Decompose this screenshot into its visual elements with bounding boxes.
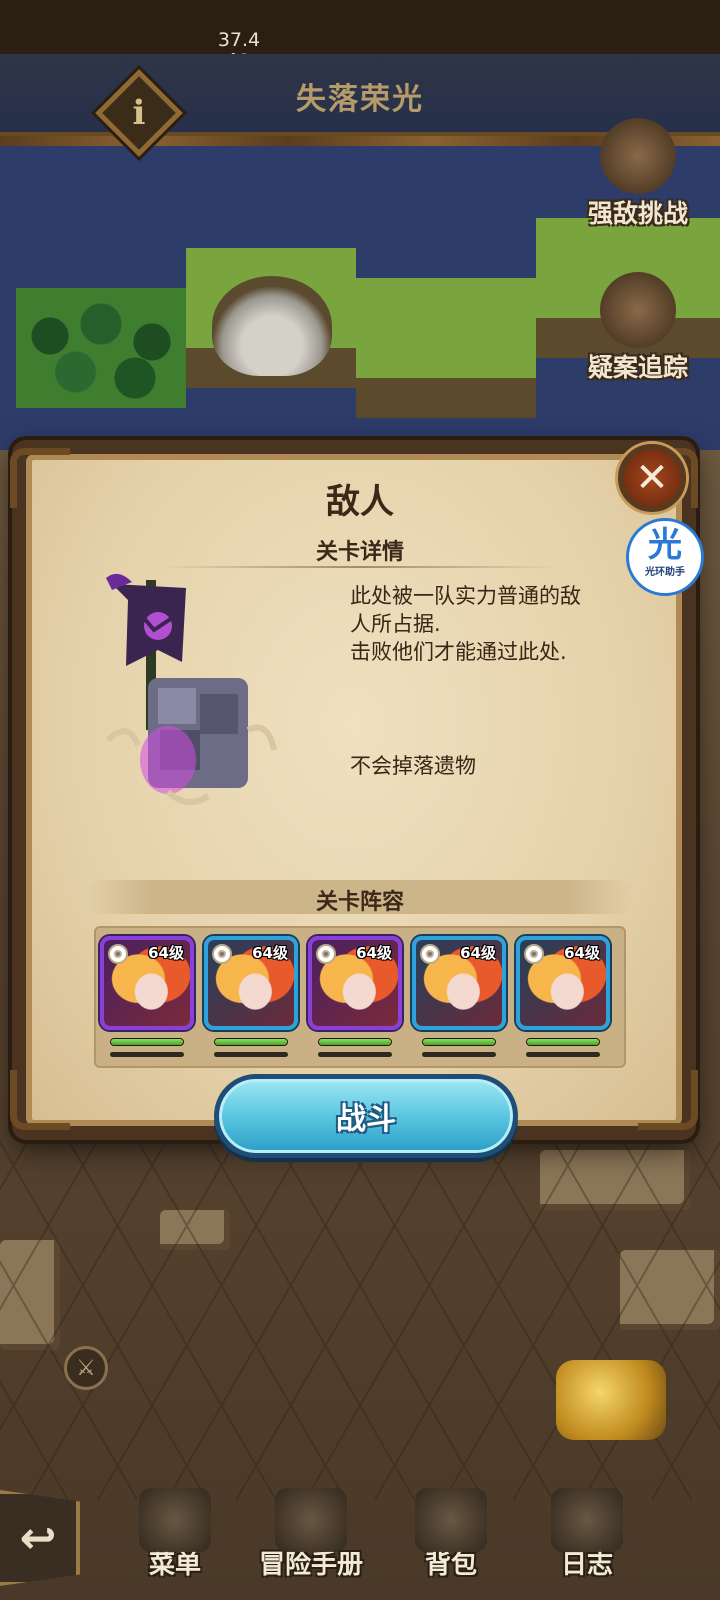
warrior-icon bbox=[600, 118, 676, 194]
temperature-value: 37.4 bbox=[217, 29, 261, 51]
hp-fill bbox=[423, 1039, 495, 1045]
description-line: 此处被一队实力普通的敌 bbox=[350, 584, 581, 608]
side-button-label: 强敌挑战 bbox=[587, 199, 688, 228]
nav-menu[interactable]: 菜单 bbox=[100, 1488, 250, 1581]
divider bbox=[160, 566, 560, 568]
nav-backpack[interactable]: 背包 bbox=[376, 1488, 526, 1581]
faction-icon: ✺ bbox=[212, 944, 232, 964]
lineup-heading: 关卡阵容 bbox=[315, 890, 404, 915]
hero-level: 64级 bbox=[564, 944, 600, 962]
hero-level: 64级 bbox=[252, 944, 288, 962]
crossed-swords-icon[interactable]: ⚔ bbox=[64, 1346, 108, 1390]
hero-hp-bar bbox=[110, 1038, 184, 1046]
hex-grid bbox=[0, 1140, 720, 1500]
close-icon: ✕ bbox=[635, 455, 669, 501]
stage-details-heading: 关卡详情 bbox=[315, 540, 404, 565]
treasure-chest-icon[interactable] bbox=[556, 1360, 666, 1440]
hero-hp-bar bbox=[422, 1038, 496, 1046]
hero-energy-bar bbox=[214, 1052, 288, 1057]
faction-icon: ✺ bbox=[420, 944, 440, 964]
faction-icon: ✺ bbox=[108, 944, 128, 964]
hero-level: 64级 bbox=[460, 944, 496, 962]
hero-energy-bar bbox=[318, 1052, 392, 1057]
enemy-hero-card[interactable]: ✺ 64级 bbox=[100, 936, 194, 1030]
mystery-tracking-button[interactable]: 疑案追踪 bbox=[578, 272, 698, 384]
frame-corner bbox=[10, 1070, 70, 1130]
hero-energy-bar bbox=[526, 1052, 600, 1057]
hp-fill bbox=[527, 1039, 599, 1045]
hp-fill bbox=[111, 1039, 183, 1045]
side-button-label: 疑案追踪 bbox=[587, 353, 688, 382]
compass-icon bbox=[139, 1488, 211, 1552]
drop-note: 不会掉落遗物 bbox=[350, 754, 476, 778]
nav-journal[interactable]: 日志 bbox=[512, 1488, 662, 1581]
enemy-hero-card[interactable]: ✺ 64级 bbox=[516, 936, 610, 1030]
hp-fill bbox=[319, 1039, 391, 1045]
enemy-hero-card[interactable]: ✺ 64级 bbox=[308, 936, 402, 1030]
frame-corner bbox=[10, 448, 70, 508]
enemy-hero-card[interactable]: ✺ 64级 bbox=[204, 936, 298, 1030]
close-button[interactable]: ✕ bbox=[618, 444, 686, 512]
halo-badge-glyph: 光 bbox=[648, 525, 682, 565]
back-arrow-icon: ↩ bbox=[19, 1512, 57, 1564]
hero-level: 64级 bbox=[148, 944, 184, 962]
fight-label: 战斗 bbox=[336, 1102, 396, 1137]
hero-hp-bar bbox=[214, 1038, 288, 1046]
nav-adventure-handbook[interactable]: 冒险手册 bbox=[236, 1488, 386, 1581]
hero-hp-bar bbox=[318, 1038, 392, 1046]
description-line: 击败他们才能通过此处. bbox=[350, 640, 567, 664]
book-icon bbox=[275, 1488, 347, 1552]
hero-hp-bar bbox=[526, 1038, 600, 1046]
detective-icon bbox=[600, 272, 676, 348]
halo-assistant-badge[interactable]: 光 光环助手 bbox=[626, 518, 704, 596]
enemy-hero-card[interactable]: ✺ 64级 bbox=[412, 936, 506, 1030]
faction-icon: ✺ bbox=[316, 944, 336, 964]
tower-landmark[interactable] bbox=[212, 276, 332, 376]
hp-fill bbox=[215, 1039, 287, 1045]
forest-tile bbox=[16, 288, 186, 408]
status-bar bbox=[0, 0, 720, 54]
hero-energy-bar bbox=[422, 1052, 496, 1057]
back-button[interactable]: ↩ bbox=[0, 1490, 80, 1586]
stage-title: 失落荣光 bbox=[296, 82, 424, 117]
strong-enemy-challenge-button[interactable]: 强敌挑战 bbox=[578, 118, 698, 230]
halo-badge-label: 光环助手 bbox=[645, 567, 685, 578]
grass-tile bbox=[356, 278, 536, 418]
dialog-title: 敌人 bbox=[326, 482, 394, 522]
journal-icon bbox=[551, 1488, 623, 1552]
description-line: 人所占据. bbox=[350, 612, 441, 636]
hero-level: 64级 bbox=[356, 944, 392, 962]
info-icon: i bbox=[132, 93, 146, 133]
stage-description: 此处被一队实力普通的敌 人所占据. 击败他们才能通过此处. bbox=[350, 582, 620, 666]
bag-icon bbox=[415, 1488, 487, 1552]
fight-button[interactable]: 战斗 bbox=[214, 1074, 518, 1158]
hero-energy-bar bbox=[110, 1052, 184, 1057]
enemy-camp-image bbox=[105, 573, 277, 805]
frame-corner bbox=[638, 1070, 698, 1130]
faction-icon: ✺ bbox=[524, 944, 544, 964]
